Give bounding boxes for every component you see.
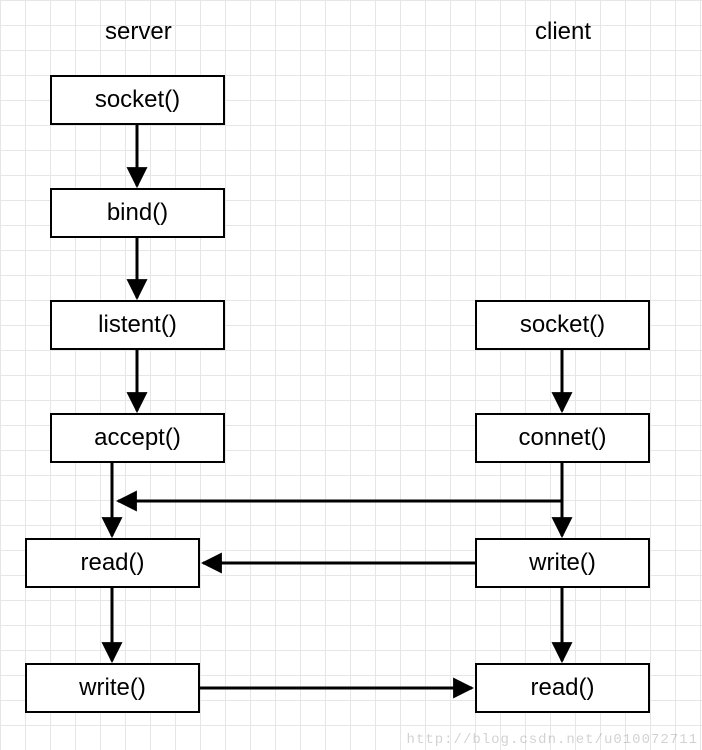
node-server-bind: bind()	[50, 188, 225, 238]
node-client-read: read()	[475, 663, 650, 713]
node-client-socket: socket()	[475, 300, 650, 350]
node-client-write: write()	[475, 538, 650, 588]
node-server-accept: accept()	[50, 413, 225, 463]
watermark-text: http://blog.csdn.net/u010072711	[407, 732, 698, 748]
node-server-socket: socket()	[50, 75, 225, 125]
diagram-canvas: server client socket() bind() listent() …	[0, 0, 702, 750]
node-server-write: write()	[25, 663, 200, 713]
column-title-server: server	[105, 18, 172, 46]
node-client-connect: connet()	[475, 413, 650, 463]
node-server-listen: listent()	[50, 300, 225, 350]
node-server-read: read()	[25, 538, 200, 588]
column-title-client: client	[535, 18, 591, 46]
